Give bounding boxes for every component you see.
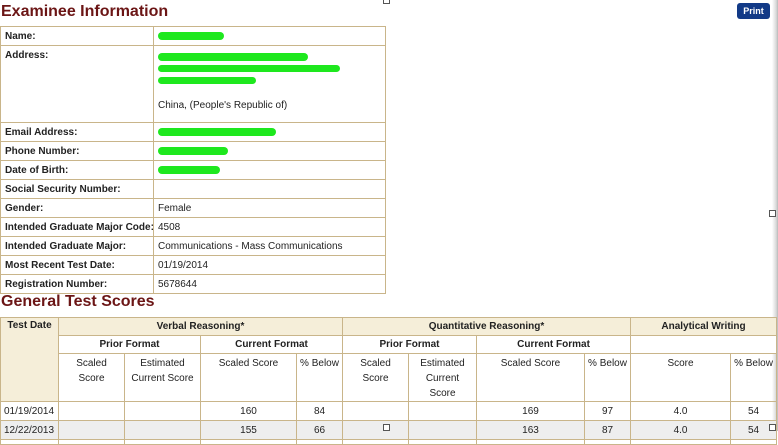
writing-score-header: Score [630,353,732,402]
address-value: China, (People's Republic of) [153,45,386,123]
redacted-name [158,31,224,40]
verbal-current-below: 66 [296,420,343,440]
verbal-current-scaled: 160 [200,401,297,421]
quant-prior-format-header: Prior Format [342,335,477,354]
verbal-prior-estimated-header: Estimated Current Score [124,353,201,402]
name-value [153,26,386,46]
writing-format-header [630,335,778,354]
verbal-prior-scaled [58,401,125,421]
verbal-prior-estimated [124,420,201,440]
scores-header-row-3: Scaled Score Estimated Current Score Sca… [1,353,778,402]
writing-below-header: % Below [730,353,778,402]
print-button[interactable]: Print [737,3,770,19]
row-test-date: 12/22/2013 [0,420,59,440]
dob-label: Date of Birth: [0,160,154,180]
ssn-value [153,179,386,199]
resize-handle-bottom-right[interactable] [769,424,776,431]
gender-value: Female [153,198,386,218]
recent-test-date-row: Most Recent Test Date: 01/19/2014 [0,255,386,275]
redacted-email [158,127,276,136]
email-value [153,122,386,142]
quant-current-below-header: % Below [583,353,632,402]
address-row: Address: China, (People's Republic of) [0,45,386,123]
quant-current-below: 87 [583,420,632,440]
scores-header-row-2: Prior Format Current Format Prior Format… [1,335,778,354]
major-row: Intended Graduate Major: Communications … [0,236,386,256]
recent-test-date-value: 01/19/2014 [153,255,386,275]
major-code-value: 4508 [153,217,386,237]
verbal-prior-format-header: Prior Format [58,335,201,354]
phone-label: Phone Number: [0,141,154,161]
scores-header-row-1: Test Date Verbal Reasoning* Quantitative… [0,317,778,402]
registration-label: Registration Number: [0,274,154,294]
quant-current-below: 97 [583,401,632,421]
recent-test-date-label: Most Recent Test Date: [0,255,154,275]
redacted-address-line-1 [158,53,308,61]
verbal-current-below: 84 [296,401,343,421]
quant-prior-estimated [408,401,477,421]
address-label: Address: [0,45,154,123]
gender-row: Gender: Female [0,198,386,218]
phone-value [153,141,386,161]
registration-row: Registration Number: 5678644 [0,274,386,294]
dob-row: Date of Birth: [0,160,386,180]
redacted-phone [158,146,228,155]
verbal-current-scaled: 155 [200,420,297,440]
quant-prior-scaled [342,401,409,421]
ssn-row: Social Security Number: [0,179,386,199]
quant-prior-estimated-header: Estimated Current Score [408,353,477,402]
writing-score: 4.0 [630,420,732,440]
row-test-date: 01/19/2014 [0,401,59,421]
verbal-current-below-header: % Below [296,353,343,402]
email-label: Email Address: [0,122,154,142]
major-code-row: Intended Graduate Major Code: 4508 [0,217,386,237]
quant-prior-scaled [342,420,409,440]
analytical-writing-header: Analytical Writing [630,317,778,336]
table-row-partial [0,439,778,445]
major-code-label: Intended Graduate Major Code: [0,217,154,237]
writing-score: 4.0 [630,401,732,421]
address-country: China, (People's Republic of) [158,100,288,111]
quant-prior-scaled-header: Scaled Score [342,353,409,402]
resize-handle-right[interactable] [769,210,776,217]
quantitative-reasoning-header: Quantitative Reasoning* [341,317,632,336]
registration-value: 5678644 [153,274,386,294]
verbal-prior-scaled [58,420,125,440]
examinee-information-title: Examinee Information [1,3,169,20]
verbal-prior-estimated [124,401,201,421]
verbal-prior-scaled-header: Scaled Score [58,353,125,402]
quant-current-scaled: 163 [476,420,585,440]
name-row: Name: [0,26,386,46]
redacted-address-line-3 [158,77,256,84]
general-test-scores-title: General Test Scores [1,293,155,310]
email-row: Email Address: [0,122,386,142]
test-date-header: Test Date [0,317,59,402]
ssn-label: Social Security Number: [0,179,154,199]
examinee-info-table: Name: Address: China, (People's Republic… [0,26,386,294]
quant-current-scaled-header: Scaled Score [476,353,585,402]
redacted-dob [158,165,220,174]
quant-current-format-header: Current Format [475,335,632,354]
table-row: 01/19/2014 160 84 169 97 4.0 54 [0,401,778,421]
resize-handle-top[interactable] [383,0,390,4]
verbal-reasoning-header: Verbal Reasoning* [58,317,343,336]
phone-row: Phone Number: [0,141,386,161]
dob-value [153,160,386,180]
major-label: Intended Graduate Major: [0,236,154,256]
gender-label: Gender: [0,198,154,218]
resize-handle-bottom[interactable] [383,424,390,431]
quant-prior-estimated [408,420,477,440]
major-value: Communications - Mass Communications [153,236,386,256]
verbal-current-format-header: Current Format [200,335,343,354]
name-label: Name: [0,26,154,46]
verbal-current-scaled-header: Scaled Score [200,353,297,402]
quant-current-scaled: 169 [476,401,585,421]
writing-below: 54 [730,401,778,421]
redacted-address-line-2 [158,65,340,72]
